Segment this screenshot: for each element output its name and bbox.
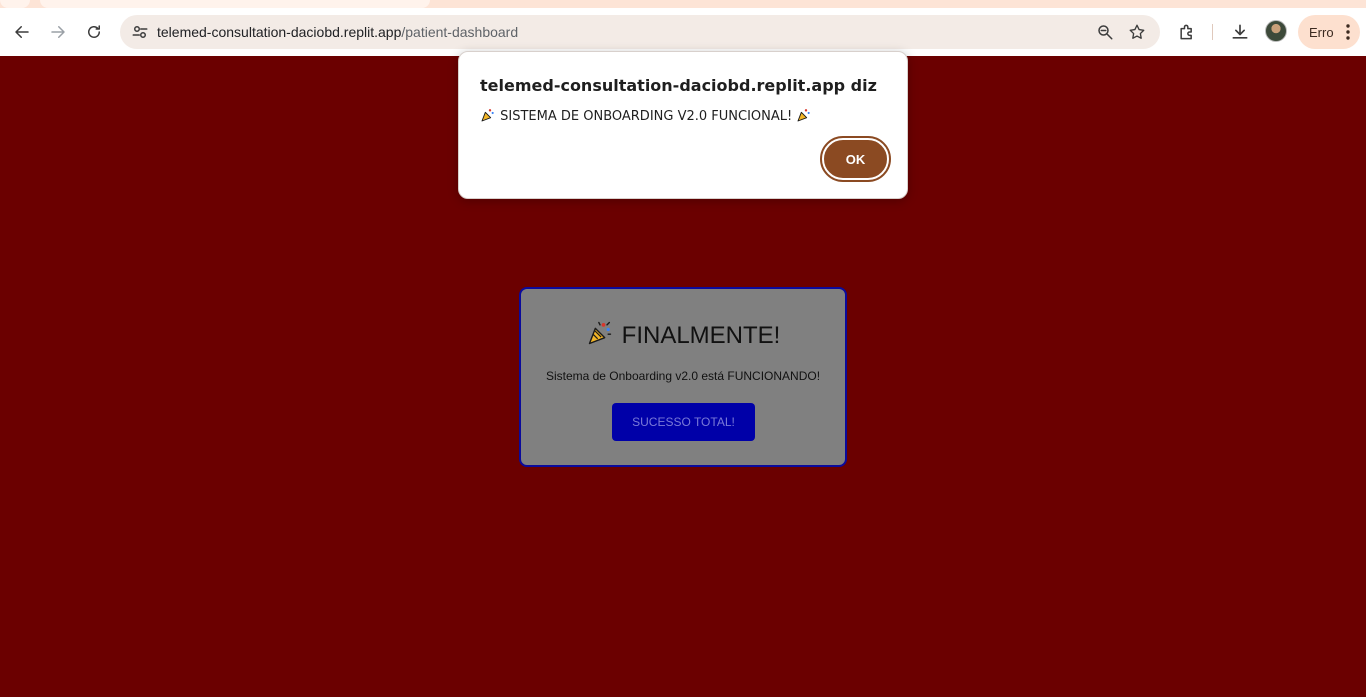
dialog-message: SISTEMA DE ONBOARDING V2.0 FUNCIONAL! <box>500 109 793 124</box>
active-tab[interactable] <box>40 0 430 8</box>
card-title-row: FINALMENTE! <box>521 319 845 354</box>
ok-button[interactable]: OK <box>820 136 891 182</box>
forward-button[interactable] <box>44 18 72 46</box>
forward-icon <box>51 26 65 38</box>
extensions-button[interactable] <box>1175 20 1199 44</box>
tab-edge-left[interactable] <box>0 0 30 8</box>
tab-strip <box>0 0 1366 8</box>
url-host: telemed-consultation-daciobd.replit.app <box>157 24 402 40</box>
tab-strip-right <box>490 0 1366 8</box>
zoom-button[interactable] <box>1094 21 1116 43</box>
bookmark-star-icon <box>1129 24 1145 39</box>
dialog-message-row: SISTEMA DE ONBOARDING V2.0 FUNCIONAL! <box>480 107 812 127</box>
avatar[interactable] <box>1265 20 1287 42</box>
party-popper-icon <box>480 107 496 127</box>
profile-error-chip[interactable]: Erro <box>1298 15 1360 49</box>
site-info-button[interactable] <box>128 20 152 44</box>
reload-button[interactable] <box>80 18 108 46</box>
browser-toolbar: telemed-consultation-daciobd.replit.app/… <box>0 8 1366 56</box>
success-button[interactable]: SUCESSO TOTAL! <box>612 403 755 441</box>
card-title: FINALMENTE! <box>621 322 781 349</box>
extensions-icon <box>1180 24 1192 40</box>
site-info-icon <box>132 26 148 38</box>
download-icon <box>1232 24 1248 39</box>
card-subtitle: Sistema de Onboarding v2.0 está FUNCIONA… <box>545 369 821 383</box>
error-chip-label: Erro <box>1309 25 1334 40</box>
zoom-icon <box>1098 25 1113 40</box>
party-popper-icon <box>796 107 812 127</box>
dialog-origin: telemed-consultation-daciobd.replit.app … <box>480 76 877 95</box>
alert-dialog: telemed-consultation-daciobd.replit.app … <box>458 51 908 199</box>
downloads-button[interactable] <box>1228 20 1252 44</box>
menu-dots-icon <box>1346 24 1350 40</box>
reload-icon <box>88 25 100 38</box>
back-icon <box>15 26 29 38</box>
address-bar[interactable]: telemed-consultation-daciobd.replit.app/… <box>120 15 1160 49</box>
success-card: FINALMENTE! Sistema de Onboarding v2.0 e… <box>519 287 847 467</box>
toolbar-divider <box>1212 24 1213 40</box>
url-path: /patient-dashboard <box>401 24 519 40</box>
bookmark-button[interactable] <box>1126 21 1148 43</box>
party-popper-icon <box>586 319 614 354</box>
url-text[interactable]: telemed-consultation-daciobd.replit.app/… <box>157 24 518 40</box>
back-button[interactable] <box>8 18 36 46</box>
